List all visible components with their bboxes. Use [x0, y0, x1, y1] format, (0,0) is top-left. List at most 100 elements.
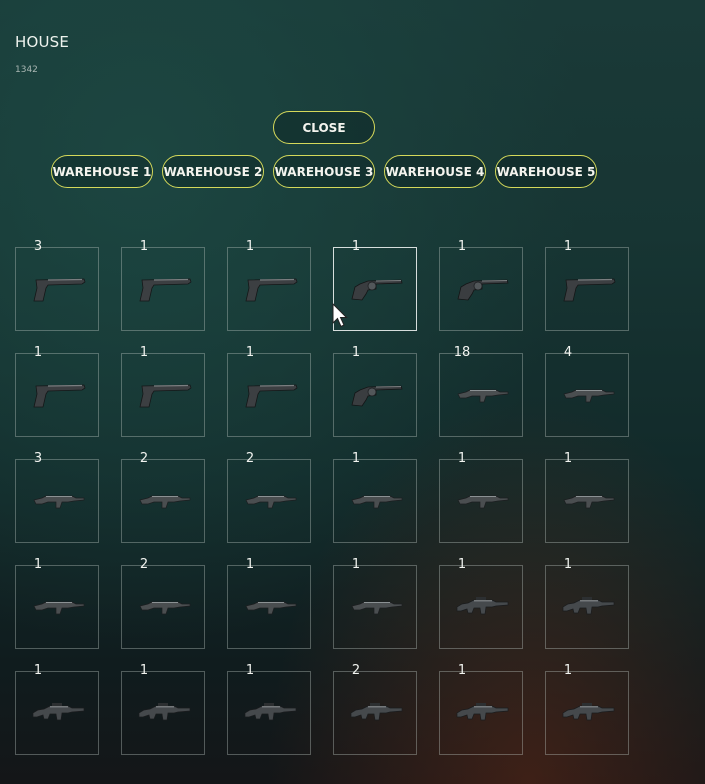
- item-count-label: 1: [563, 239, 573, 254]
- inventory-slot[interactable]: 1: [121, 345, 205, 437]
- rifle-icon: [558, 590, 618, 624]
- item-count: 18: [440, 345, 484, 360]
- inventory-slot[interactable]: 1: [333, 557, 417, 649]
- item-count: 2: [122, 557, 166, 572]
- tab-warehouse-2[interactable]: WAREHOUSE 2: [162, 155, 264, 188]
- close-button[interactable]: CLOSE: [273, 111, 375, 144]
- smg-icon: [346, 590, 406, 624]
- inventory-slot[interactable]: 1: [227, 663, 311, 755]
- item-count: 3: [16, 451, 60, 466]
- item-count: 1: [440, 663, 484, 678]
- inventory-slot[interactable]: 4: [545, 345, 629, 437]
- rifle-icon: [134, 696, 194, 730]
- rifle-icon: [452, 590, 512, 624]
- inventory-slot[interactable]: 1: [333, 451, 417, 543]
- mouse-cursor-icon: [332, 303, 348, 328]
- inventory-slot[interactable]: 1: [439, 451, 523, 543]
- item-count: 1: [546, 239, 590, 254]
- smg-icon: [558, 484, 618, 518]
- item-count-label: 1: [457, 451, 467, 466]
- item-count: 1: [122, 239, 166, 254]
- smg-icon: [134, 484, 194, 518]
- tab-warehouse-1[interactable]: WAREHOUSE 1: [51, 155, 153, 188]
- item-count-label: 1: [351, 239, 361, 254]
- item-count: 1: [334, 557, 378, 572]
- inventory-slot[interactable]: 2: [121, 451, 205, 543]
- item-count: 3: [16, 239, 60, 254]
- item-count: 1: [228, 557, 272, 572]
- rifle-icon: [240, 696, 300, 730]
- rifle-icon: [558, 696, 618, 730]
- inventory-slot[interactable]: 1: [545, 557, 629, 649]
- item-count: 1: [440, 557, 484, 572]
- item-count-label: 1: [33, 557, 43, 572]
- item-count-label: 1: [457, 557, 467, 572]
- item-count-label: 1: [563, 557, 573, 572]
- inventory-slot[interactable]: 1: [121, 239, 205, 331]
- item-count-label: 1: [563, 663, 573, 678]
- revolver-icon: [346, 378, 406, 412]
- inventory-slot[interactable]: 2: [333, 663, 417, 755]
- item-count-label: 2: [139, 557, 149, 572]
- item-count: 2: [228, 451, 272, 466]
- smg-icon: [28, 484, 88, 518]
- inventory-slot[interactable]: 2: [121, 557, 205, 649]
- inventory-slot[interactable]: 3: [15, 451, 99, 543]
- inventory-slot[interactable]: 1: [121, 663, 205, 755]
- smg-icon: [240, 590, 300, 624]
- inventory-slot[interactable]: 1: [545, 663, 629, 755]
- inventory-slot[interactable]: 2: [227, 451, 311, 543]
- pistol-icon: [134, 378, 194, 412]
- item-count-label: 1: [351, 451, 361, 466]
- item-count-label: 1: [457, 663, 467, 678]
- pistol-icon: [558, 272, 618, 306]
- pistol-icon: [134, 272, 194, 306]
- inventory-slot[interactable]: 1: [227, 345, 311, 437]
- item-count: 1: [122, 663, 166, 678]
- revolver-icon: [346, 272, 406, 306]
- inventory-slot[interactable]: 1: [227, 557, 311, 649]
- item-count-label: 3: [33, 239, 43, 254]
- item-count-label: 1: [351, 345, 361, 360]
- item-count: 1: [16, 663, 60, 678]
- inventory-slot[interactable]: 1: [227, 239, 311, 331]
- house-title: HOUSE: [15, 33, 70, 51]
- item-count: 1: [228, 345, 272, 360]
- smg-icon: [452, 484, 512, 518]
- item-count-label: 4: [563, 345, 573, 360]
- item-count-label: 3: [33, 451, 43, 466]
- inventory-slot[interactable]: 1: [545, 451, 629, 543]
- tab-warehouse-5[interactable]: WAREHOUSE 5: [495, 155, 597, 188]
- item-count-label: 1: [33, 663, 43, 678]
- inventory-slot[interactable]: 1: [333, 345, 417, 437]
- tab-warehouse-3[interactable]: WAREHOUSE 3: [273, 155, 375, 188]
- inventory-slot[interactable]: 3: [15, 239, 99, 331]
- inventory-slot[interactable]: 18: [439, 345, 523, 437]
- inventory-slot[interactable]: 1: [439, 557, 523, 649]
- item-count-label: 1: [139, 345, 149, 360]
- item-count: 2: [334, 663, 378, 678]
- rifle-icon: [346, 696, 406, 730]
- item-count-label: 1: [245, 557, 255, 572]
- item-count-label: 2: [245, 451, 255, 466]
- tab-warehouse-4[interactable]: WAREHOUSE 4: [384, 155, 486, 188]
- inventory-slot[interactable]: 1: [15, 345, 99, 437]
- inventory-slot[interactable]: 1: [439, 663, 523, 755]
- item-count-label: 1: [139, 239, 149, 254]
- smg-icon: [28, 590, 88, 624]
- item-count: 1: [228, 663, 272, 678]
- item-count: 1: [334, 451, 378, 466]
- item-count: 1: [122, 345, 166, 360]
- inventory-slot[interactable]: 1: [545, 239, 629, 331]
- inventory-slot[interactable]: 1: [15, 557, 99, 649]
- item-count: 4: [546, 345, 590, 360]
- house-id: 1342: [15, 65, 38, 75]
- pistol-icon: [28, 378, 88, 412]
- smg-icon: [452, 378, 512, 412]
- item-count-label: 1: [33, 345, 43, 360]
- inventory-slot[interactable]: 1: [439, 239, 523, 331]
- inventory-slot[interactable]: 1: [15, 663, 99, 755]
- item-count-label: 1: [457, 239, 467, 254]
- item-count: 1: [16, 557, 60, 572]
- item-count: 1: [334, 345, 378, 360]
